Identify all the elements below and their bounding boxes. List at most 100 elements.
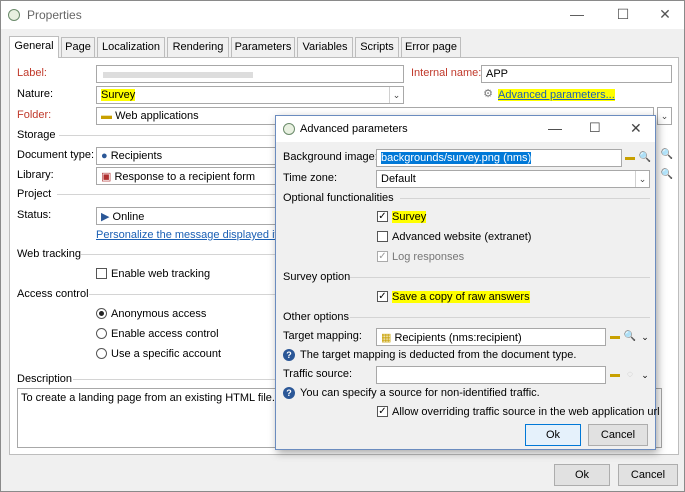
maximize-button[interactable]: ☐ bbox=[600, 1, 646, 29]
maximize-button[interactable]: ☐ bbox=[589, 120, 601, 136]
tab-scripts[interactable]: Scripts bbox=[355, 37, 399, 57]
doctype-input[interactable]: ● Recipients bbox=[96, 147, 276, 165]
bg-image-input[interactable]: backgrounds/survey.png (nms) bbox=[376, 149, 622, 167]
enable-access-radio[interactable] bbox=[96, 328, 107, 339]
log-responses-label: Log responses bbox=[392, 251, 465, 263]
access-divider bbox=[89, 294, 276, 295]
close-button[interactable]: ✕ bbox=[630, 120, 642, 137]
log-responses-checkbox[interactable]: ✓ bbox=[377, 251, 388, 262]
enable-access-label: Enable access control bbox=[111, 328, 219, 340]
dialog-ok-button[interactable]: Ok bbox=[525, 424, 581, 446]
adv-website-checkbox[interactable] bbox=[377, 231, 388, 242]
webtracking-section: Web tracking bbox=[17, 248, 81, 260]
folder-icon[interactable]: ▬ bbox=[607, 367, 623, 383]
description-value: To create a landing page from an existin… bbox=[21, 392, 275, 404]
tab-localization[interactable]: Localization bbox=[97, 37, 165, 57]
help-icon: ? bbox=[283, 387, 295, 399]
storage-section: Storage bbox=[17, 129, 56, 141]
tab-parameters[interactable]: Parameters bbox=[231, 37, 295, 57]
chevron-down-icon: ⌄ bbox=[389, 87, 403, 103]
label-label: Label: bbox=[17, 67, 47, 79]
tab-rendering[interactable]: Rendering bbox=[167, 37, 229, 57]
clear-icon[interactable]: ◌ bbox=[622, 367, 638, 383]
library-value: Response to a recipient form bbox=[114, 171, 256, 183]
specific-account-radio[interactable] bbox=[96, 348, 107, 359]
settings-icon: ⚙ bbox=[483, 88, 493, 100]
doctype-value: Recipients bbox=[110, 150, 163, 162]
tab-error-page[interactable]: Error page bbox=[401, 37, 461, 57]
chevron-down-icon: ⌄ bbox=[635, 171, 649, 187]
label-input[interactable] bbox=[96, 65, 404, 83]
close-button[interactable]: ✕ bbox=[642, 1, 685, 29]
timezone-value: Default bbox=[381, 173, 416, 185]
schema-icon: ▦ bbox=[381, 332, 392, 344]
access-section: Access control bbox=[17, 288, 89, 300]
status-select[interactable]: ▶ Online bbox=[96, 207, 276, 225]
target-mapping-input[interactable]: ▦ Recipients (nms:recipient) bbox=[376, 328, 606, 346]
library-label: Library: bbox=[17, 169, 54, 181]
timezone-select[interactable]: Default ⌄ bbox=[376, 170, 650, 188]
zoom-icon[interactable]: 🔍 bbox=[637, 150, 653, 166]
traffic-source-label: Traffic source: bbox=[283, 368, 353, 380]
nature-value: Survey bbox=[101, 89, 136, 101]
folder-icon[interactable]: ▬ bbox=[607, 329, 623, 345]
internal-name-label: Internal name: bbox=[411, 67, 482, 79]
folder-value: Web applications bbox=[115, 110, 199, 122]
zoom-icon[interactable]: 🔍 bbox=[622, 329, 638, 345]
minimize-button[interactable]: — bbox=[554, 1, 600, 29]
play-icon: ▶ bbox=[101, 211, 110, 223]
optional-divider bbox=[400, 198, 650, 199]
app-icon bbox=[283, 123, 295, 135]
tab-general[interactable]: General bbox=[9, 36, 59, 58]
bg-image-value: backgrounds/survey.png (nms) bbox=[381, 152, 532, 164]
zoom-icon[interactable]: 🔍 bbox=[659, 147, 675, 163]
timezone-label: Time zone: bbox=[283, 172, 338, 184]
allow-override-checkbox[interactable]: ✓ bbox=[377, 406, 388, 417]
ok-button[interactable]: Ok bbox=[554, 464, 610, 486]
form-icon: ▣ bbox=[101, 171, 112, 183]
survey-option-divider bbox=[350, 277, 650, 278]
tab-variables[interactable]: Variables bbox=[297, 37, 353, 57]
internal-name-input[interactable]: APP bbox=[481, 65, 672, 83]
person-icon: ● bbox=[101, 150, 108, 162]
chevron-down-icon[interactable]: ⌄ bbox=[637, 329, 653, 345]
project-divider bbox=[57, 194, 276, 195]
chevron-down-icon[interactable]: ⌄ bbox=[637, 367, 653, 383]
project-section: Project bbox=[17, 188, 52, 200]
save-copy-label: Save a copy of raw answers bbox=[392, 291, 530, 303]
folder-icon: ▬ bbox=[101, 110, 112, 122]
storage-divider bbox=[59, 135, 276, 136]
target-mapping-value: Recipients (nms:recipient) bbox=[394, 332, 522, 344]
status-label: Status: bbox=[17, 209, 52, 221]
library-input[interactable]: ▣ Response to a recipient form bbox=[96, 167, 276, 185]
target-help-text: The target mapping is deducted from the … bbox=[300, 349, 577, 361]
survey-checkbox[interactable]: ✓ bbox=[377, 211, 388, 222]
personalize-link[interactable]: Personalize the message displayed if the bbox=[96, 229, 296, 241]
anonymous-access-label: Anonymous access bbox=[111, 308, 207, 320]
save-copy-checkbox[interactable]: ✓ bbox=[377, 291, 388, 302]
survey-option-section: Survey option bbox=[283, 271, 351, 283]
dialog-cancel-button[interactable]: Cancel bbox=[588, 424, 648, 446]
dialog-title-bar[interactable]: Advanced parameters — ☐ ✕ bbox=[276, 116, 655, 142]
target-mapping-label: Target mapping: bbox=[283, 330, 362, 342]
description-section: Description bbox=[17, 373, 73, 385]
nature-select[interactable]: Survey ⌄ bbox=[96, 86, 404, 104]
enable-tracking-checkbox[interactable] bbox=[96, 268, 107, 279]
internal-name-value: APP bbox=[486, 68, 509, 80]
title-bar[interactable]: Properties — ☐ ✕ bbox=[1, 1, 684, 29]
cancel-button[interactable]: Cancel bbox=[618, 464, 678, 486]
description-divider bbox=[73, 379, 276, 380]
minimize-button[interactable]: — bbox=[548, 120, 562, 136]
doctype-label: Document type: bbox=[17, 149, 95, 161]
folder-dropdown-button[interactable]: ⌄ bbox=[657, 107, 672, 125]
tab-page[interactable]: Page bbox=[61, 37, 95, 57]
anonymous-access-radio[interactable] bbox=[96, 308, 107, 319]
folder-icon[interactable]: ▬ bbox=[622, 150, 638, 166]
survey-checkbox-label: Survey bbox=[392, 211, 427, 223]
advanced-parameters-link[interactable]: Advanced parameters... bbox=[498, 89, 615, 101]
traffic-source-input[interactable] bbox=[376, 366, 606, 384]
advanced-parameters-dialog: Advanced parameters — ☐ ✕ Background ima… bbox=[275, 115, 660, 450]
zoom-icon[interactable]: 🔍 bbox=[659, 167, 675, 183]
dialog-title: Advanced parameters bbox=[300, 123, 408, 135]
folder-label: Folder: bbox=[17, 109, 52, 121]
